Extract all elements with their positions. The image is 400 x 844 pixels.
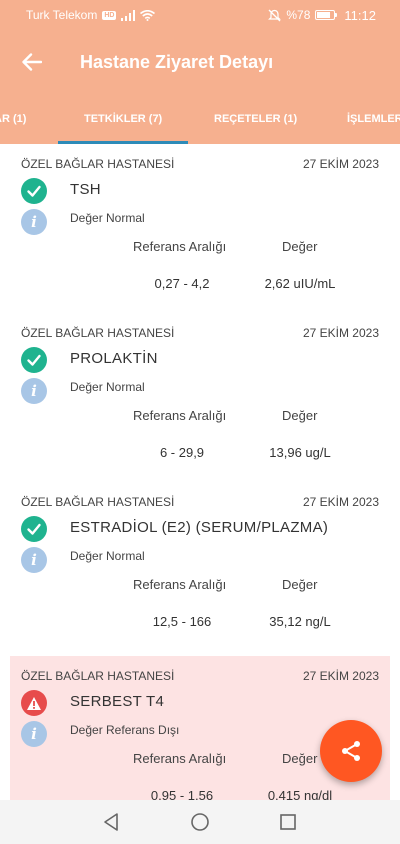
- test-card[interactable]: ÖZEL BAĞLAR HASTANESİ 27 EKİM 2023 PROLA…: [10, 313, 390, 463]
- value-label: Değer: [282, 239, 318, 254]
- recents-square-icon: [280, 814, 296, 830]
- reference-range-label: Referans Aralığı: [133, 577, 227, 592]
- visit-date: 27 EKİM 2023: [302, 157, 379, 171]
- visit-date: 27 EKİM 2023: [302, 495, 379, 509]
- home-circle-icon: [191, 813, 209, 831]
- reference-range-value: 0,95 - 1,56: [150, 788, 214, 800]
- battery-percent: %78: [286, 8, 311, 22]
- value-label: Değer: [282, 408, 318, 423]
- app-bar: Hastane Ziyaret Detayı: [0, 30, 400, 94]
- result-status: Değer Referans Dışı: [70, 723, 180, 737]
- info-icon[interactable]: i: [21, 209, 47, 235]
- value-label: Değer: [282, 577, 318, 592]
- hospital-name: ÖZEL BAĞLAR HASTANESİ: [21, 669, 175, 683]
- info-icon[interactable]: i: [21, 378, 47, 404]
- share-button[interactable]: [320, 720, 382, 782]
- mute-icon: [268, 9, 282, 21]
- tab-islemler[interactable]: İŞLEMLER: [347, 94, 400, 144]
- nav-home-button[interactable]: [188, 810, 212, 834]
- check-icon: [21, 347, 47, 373]
- warning-icon: [21, 690, 47, 716]
- visit-date: 27 EKİM 2023: [302, 326, 379, 340]
- reference-range-label: Referans Aralığı: [133, 239, 227, 254]
- wifi-icon: [140, 9, 156, 21]
- hospital-name: ÖZEL BAĞLAR HASTANESİ: [21, 495, 175, 509]
- result-value: 0,415 ng/dl: [267, 788, 333, 800]
- back-triangle-icon: [104, 813, 118, 831]
- arrow-left-icon: [22, 53, 42, 71]
- hd-badge: HD: [102, 10, 117, 20]
- result-status: Değer Normal: [70, 380, 145, 394]
- status-right: %78 11:12: [268, 8, 376, 23]
- tab-bar: AR (1) TETKİKLER (7) REÇETELER (1) İŞLEM…: [0, 94, 400, 144]
- reference-range-label: Referans Aralığı: [133, 408, 227, 423]
- nav-back-button[interactable]: [99, 810, 123, 834]
- test-name: TSH: [70, 181, 101, 198]
- tab-partial-left[interactable]: AR (1): [0, 94, 26, 144]
- test-list[interactable]: ÖZEL BAĞLAR HASTANESİ 27 EKİM 2023 TSH i…: [0, 144, 400, 800]
- battery-fill: [317, 12, 330, 18]
- battery-icon: [315, 10, 338, 20]
- info-icon[interactable]: i: [21, 547, 47, 573]
- clock: 11:12: [344, 7, 376, 23]
- tab-tetkikler[interactable]: TETKİKLER (7): [84, 94, 162, 144]
- share-icon: [342, 741, 360, 761]
- reference-range-label: Referans Aralığı: [133, 751, 227, 766]
- status-left: Turk Telekom HD: [26, 8, 156, 22]
- tab-receteler[interactable]: REÇETELER (1): [214, 94, 297, 144]
- test-name: PROLAKTİN: [70, 350, 158, 367]
- carrier-name: Turk Telekom: [26, 8, 98, 22]
- test-name: ESTRADİOL (E2) (SERUM/PLAZMA): [70, 519, 329, 536]
- result-value: 35,12 ng/L: [269, 614, 331, 629]
- result-status: Değer Normal: [70, 211, 145, 225]
- reference-range-value: 6 - 29,9: [159, 445, 205, 460]
- signal-icon: [121, 9, 136, 21]
- test-card[interactable]: ÖZEL BAĞLAR HASTANESİ 27 EKİM 2023 TSH i…: [10, 144, 390, 294]
- page-title: Hastane Ziyaret Detayı: [80, 51, 274, 72]
- nav-recents-button[interactable]: [276, 810, 300, 834]
- reference-range-value: 0,27 - 4,2: [154, 276, 210, 291]
- check-icon: [21, 516, 47, 542]
- system-nav-bar: [0, 800, 400, 844]
- test-card[interactable]: ÖZEL BAĞLAR HASTANESİ 27 EKİM 2023 ESTRA…: [10, 482, 390, 632]
- status-bar: Turk Telekom HD %78 11:12: [0, 0, 400, 30]
- info-icon[interactable]: i: [21, 721, 47, 747]
- hospital-name: ÖZEL BAĞLAR HASTANESİ: [21, 157, 175, 171]
- value-label: Değer: [282, 751, 318, 766]
- visit-date: 27 EKİM 2023: [302, 669, 379, 683]
- check-icon: [21, 178, 47, 204]
- reference-range-value: 12,5 - 166: [152, 614, 212, 629]
- back-button[interactable]: [0, 30, 64, 94]
- result-value: 13,96 ug/L: [269, 445, 331, 460]
- hospital-name: ÖZEL BAĞLAR HASTANESİ: [21, 326, 175, 340]
- test-name: SERBEST T4: [70, 693, 165, 710]
- result-value: 2,62 uIU/mL: [264, 276, 336, 291]
- result-status: Değer Normal: [70, 549, 145, 563]
